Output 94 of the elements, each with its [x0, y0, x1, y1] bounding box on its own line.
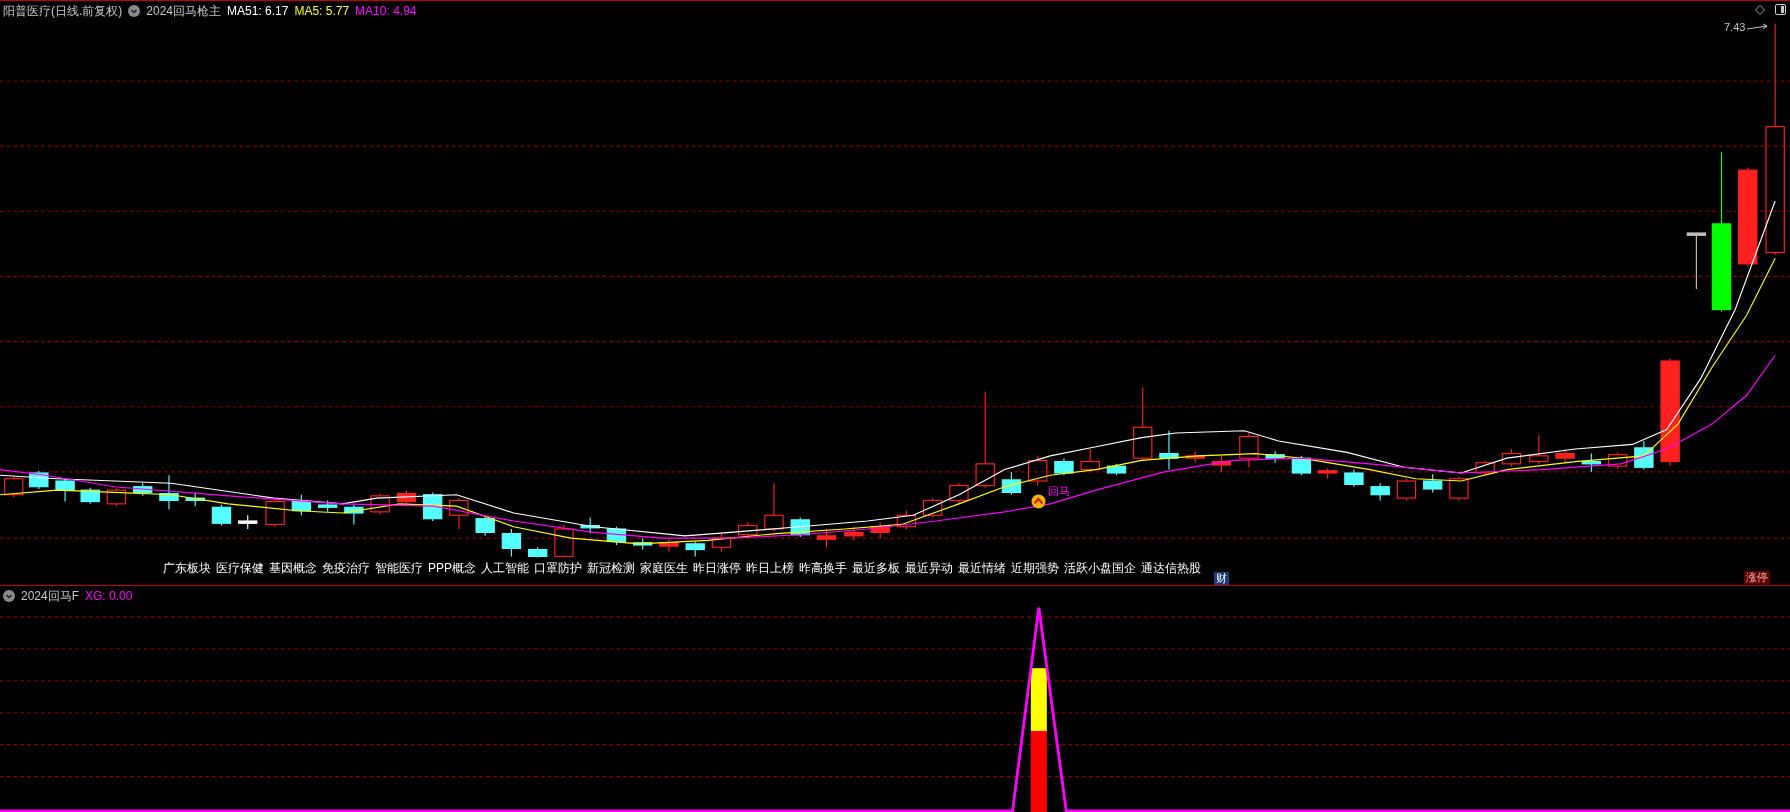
candle — [554, 523, 574, 559]
candle — [527, 546, 548, 559]
candle — [475, 515, 495, 537]
concept-tag[interactable]: 最近情绪 — [958, 561, 1006, 576]
candle — [711, 533, 732, 553]
candle — [1028, 455, 1048, 487]
concept-tag[interactable]: 最近多板 — [852, 561, 900, 576]
candle — [80, 487, 100, 505]
candle — [659, 537, 679, 553]
candle — [344, 504, 364, 525]
candle — [291, 494, 312, 516]
panel-icon[interactable] — [1775, 4, 1786, 15]
candle — [185, 491, 205, 507]
candle — [870, 521, 890, 539]
ma-value: MA51: 6.17 — [227, 3, 289, 19]
indicator-name: 2024回马F — [21, 588, 80, 604]
candle — [1475, 459, 1495, 476]
candle — [265, 498, 285, 528]
candle — [1291, 455, 1312, 476]
arrow-icon — [1747, 23, 1770, 31]
concept-tag[interactable]: 口罩防护 — [534, 561, 582, 576]
concept-tag[interactable]: 通达信热股 — [1141, 561, 1201, 576]
concept-tag[interactable]: 医疗保健 — [216, 561, 264, 576]
concept-tag[interactable]: 活跃小盘国企 — [1064, 561, 1136, 576]
candle — [1106, 463, 1127, 476]
candle — [4, 475, 24, 498]
candle — [1555, 448, 1575, 464]
concept-tag[interactable]: 家庭医生 — [640, 561, 688, 576]
candle — [1001, 471, 1022, 496]
concept-tag[interactable]: 昨日涨停 — [693, 561, 741, 576]
concept-tag[interactable]: 免疫治疗 — [322, 561, 370, 576]
dropdown-icon[interactable] — [3, 590, 15, 602]
concept-tag[interactable]: 智能医疗 — [375, 561, 423, 576]
candle — [1080, 448, 1100, 473]
concept-tag[interactable]: 广东板块 — [163, 561, 211, 576]
candle — [738, 521, 758, 539]
candle — [896, 510, 917, 530]
candle — [816, 528, 837, 548]
candle — [606, 526, 627, 546]
candle — [1370, 482, 1390, 501]
concept-tag[interactable]: 近期强势 — [1011, 561, 1059, 576]
signal-value: XG: 0.00 — [85, 588, 133, 604]
candle — [1317, 467, 1338, 480]
candle — [685, 541, 705, 557]
candle — [501, 528, 522, 557]
candle — [633, 537, 653, 551]
finance-badge[interactable]: 财 — [1214, 572, 1229, 585]
candle — [1501, 448, 1522, 467]
stock-title: 阳普医疗(日线.前复权) — [3, 3, 123, 19]
limit-up-badge[interactable]: 涨停 — [1744, 571, 1770, 584]
candle — [238, 514, 258, 530]
candle — [1211, 455, 1232, 473]
candle — [1449, 475, 1469, 501]
candle — [211, 504, 232, 527]
candle — [1185, 450, 1205, 464]
indicator-name: 2024回马枪主 — [146, 3, 222, 19]
candle — [580, 517, 600, 535]
candle — [1265, 450, 1285, 464]
concept-tag[interactable]: 最近异动 — [905, 561, 953, 576]
candle — [1581, 453, 1602, 473]
candle — [922, 497, 943, 519]
candle — [1159, 430, 1179, 471]
candle — [1607, 451, 1628, 469]
candle — [844, 526, 864, 541]
candle — [396, 489, 417, 505]
candle — [1396, 478, 1417, 501]
candle — [1634, 440, 1654, 471]
candle — [1529, 434, 1549, 465]
candle — [370, 493, 390, 515]
price-label: 7.43 — [1724, 20, 1746, 34]
concept-tag[interactable]: 昨日上榜 — [746, 561, 794, 576]
candle — [106, 487, 127, 507]
candle — [449, 497, 469, 530]
candle — [1686, 232, 1707, 290]
candle — [317, 499, 338, 513]
candle — [55, 478, 75, 503]
candle — [949, 482, 969, 505]
candle — [133, 482, 153, 497]
ma-value: MA5: 5.77 — [294, 3, 350, 19]
concept-tag[interactable]: 新冠检测 — [587, 561, 635, 576]
concept-tag[interactable]: 人工智能 — [481, 561, 529, 576]
ma-value: MA10: 4.94 — [355, 3, 417, 19]
concept-tag[interactable]: PPP概念 — [428, 561, 476, 576]
candle — [764, 482, 784, 532]
up-signal-icon — [1031, 494, 1046, 509]
candle — [1423, 473, 1443, 493]
concept-tag[interactable]: 昨高换手 — [799, 561, 847, 576]
candle — [159, 474, 179, 511]
candle — [1054, 457, 1074, 476]
candle — [1344, 469, 1364, 488]
signal-label: 回马 — [1048, 485, 1070, 498]
dropdown-icon[interactable] — [128, 5, 141, 17]
concept-tag[interactable]: 基因概念 — [269, 561, 317, 576]
candle — [1239, 432, 1259, 468]
